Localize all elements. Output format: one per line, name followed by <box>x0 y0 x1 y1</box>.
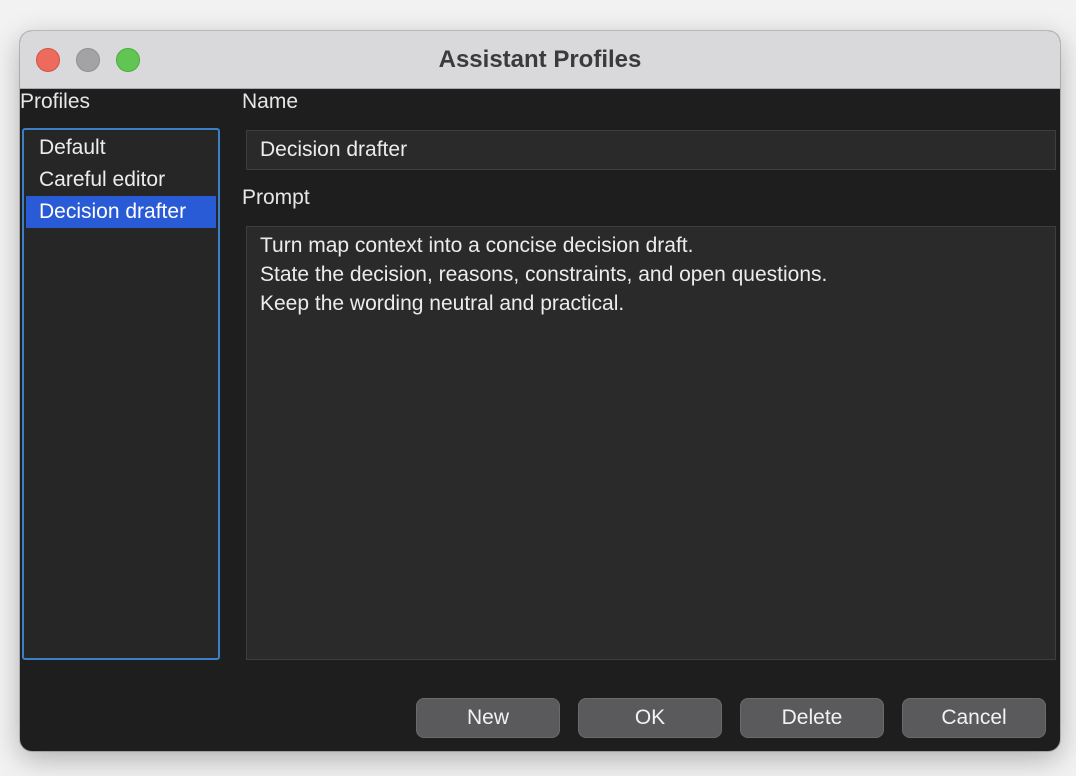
name-input[interactable] <box>246 130 1056 170</box>
profile-item-careful-editor[interactable]: Careful editor <box>26 164 216 196</box>
new-button[interactable]: New <box>416 698 560 738</box>
profile-item-default[interactable]: Default <box>26 132 216 164</box>
prompt-label: Prompt <box>242 186 310 209</box>
title-bar[interactable]: Assistant Profiles <box>20 31 1060 89</box>
window-title: Assistant Profiles <box>438 46 642 73</box>
cancel-button[interactable]: Cancel <box>902 698 1046 738</box>
assistant-profiles-window: Assistant Profiles Profiles Name Prompt … <box>20 31 1060 751</box>
ok-button[interactable]: OK <box>578 698 722 738</box>
profile-item-decision-drafter[interactable]: Decision drafter <box>26 196 216 228</box>
prompt-line: Keep the wording neutral and practical. <box>260 292 625 315</box>
prompt-textarea[interactable]: Turn map context into a concise decision… <box>246 226 1056 660</box>
delete-button[interactable]: Delete <box>740 698 884 738</box>
name-label: Name <box>242 90 299 113</box>
prompt-line: Turn map context into a concise decision… <box>260 234 694 257</box>
prompt-line: State the decision, reasons, constraints… <box>260 263 828 286</box>
profiles-label: Profiles <box>20 90 91 113</box>
profile-list[interactable]: Default Careful editor Decision drafter <box>22 128 220 660</box>
